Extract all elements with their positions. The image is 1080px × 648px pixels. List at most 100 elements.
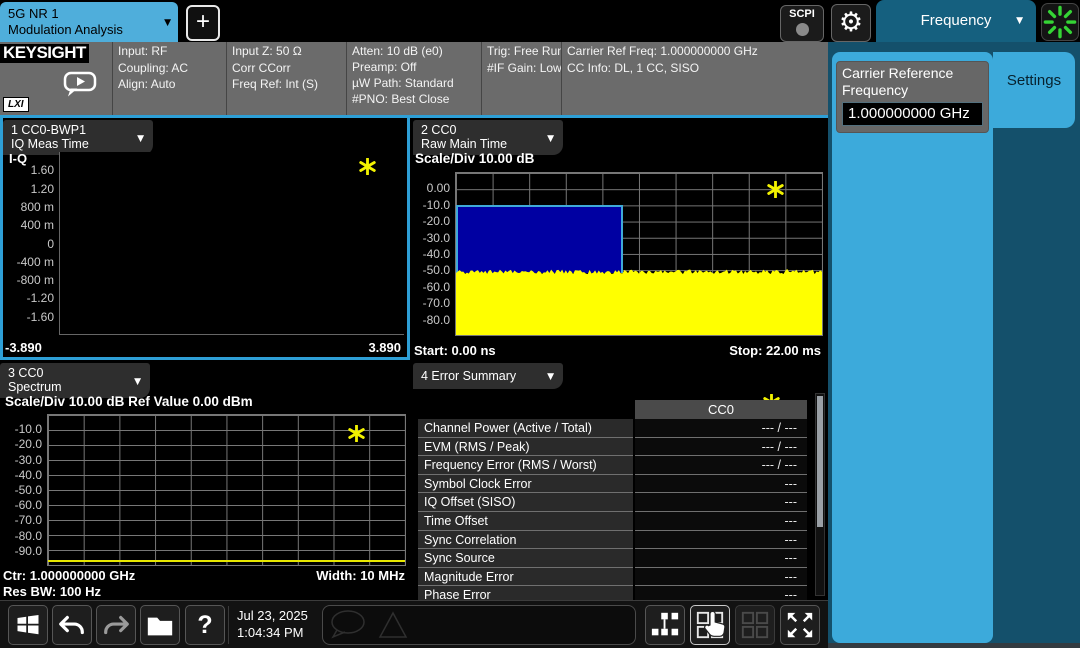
scrollbar-thumb[interactable]: [817, 396, 823, 527]
row-value: ---: [635, 493, 807, 512]
dim-grid-icon: [740, 610, 770, 640]
w1-x-max-label: 3.890: [368, 340, 401, 355]
datetime-display[interactable]: Jul 23, 2025 1:04:34 PM: [237, 607, 308, 641]
y-tick: -1.20: [27, 290, 54, 306]
chevron-down-icon: ▼: [1016, 0, 1023, 42]
error-summary-table[interactable]: CC0 Channel Power (Active / Total) --- /…: [418, 400, 807, 600]
info-col-trigger[interactable]: Trig: Free Run #IF Gain: Low: [481, 42, 561, 115]
field-label-line1: Carrier Reference: [842, 65, 983, 82]
info-col-input[interactable]: Input: RF Coupling: AC Align: Auto: [112, 42, 226, 115]
w2-scale-annotation: Scale/Div 10.00 dB: [415, 151, 534, 166]
y-tick: -90.0: [15, 543, 42, 559]
table-row: Channel Power (Active / Total) --- / ---: [418, 419, 807, 438]
w2-start-label: Start: 0.00 ns: [414, 343, 496, 358]
window3-tab-line1: 3 CC0: [8, 366, 124, 380]
toolbar-divider: [228, 606, 229, 644]
y-tick: -80.0: [423, 312, 450, 328]
file-manager-button[interactable]: [140, 605, 180, 645]
window-spectrum[interactable]: 3 CC0 Spectrum ▼ Scale/Div 10.00 dB Ref …: [0, 361, 410, 600]
row-value: --- / ---: [635, 419, 807, 438]
window3-tab[interactable]: 3 CC0 Spectrum ▼: [0, 363, 150, 398]
w3-y-axis: -10.0 -20.0 -30.0 -40.0 -50.0 -60.0 -70.…: [0, 414, 45, 566]
y-tick: -20.0: [15, 436, 42, 452]
info-line: Align: Auto: [118, 76, 221, 93]
undo-button[interactable]: [52, 605, 92, 645]
table-row: Symbol Clock Error ---: [418, 475, 807, 494]
windows-logo-icon: [14, 611, 42, 639]
w3-res-bw-label: Res BW: 100 Hz: [3, 584, 101, 599]
table-row: Magnitude Error ---: [418, 568, 807, 587]
busy-spinner-button[interactable]: [1041, 3, 1079, 41]
info-line: Trig: Free Run: [487, 43, 556, 60]
frequency-menu-tab[interactable]: Frequency ▼: [876, 0, 1036, 42]
row-value: ---: [635, 475, 807, 494]
add-measurement-button[interactable]: +: [186, 5, 220, 41]
help-button[interactable]: ?: [185, 605, 225, 645]
window-iq-meas-time[interactable]: 1 CC0-BWP1 IQ Meas Time ▼ I-Q 1.60 1.20 …: [0, 118, 410, 360]
annotation-shapes-icon: [323, 606, 433, 644]
windows-start-button[interactable]: [8, 605, 48, 645]
table-scrollbar[interactable]: [815, 393, 825, 596]
window3-tab-line2: Spectrum: [8, 380, 124, 394]
undo-icon: [57, 610, 87, 640]
tab-settings[interactable]: Settings: [993, 52, 1075, 128]
row-value: ---: [635, 549, 807, 568]
info-line: Coupling: AC: [118, 60, 221, 77]
info-line: Input: RF: [118, 43, 221, 60]
spectrum-plot-area[interactable]: [47, 414, 406, 566]
carrier-ref-freq-field[interactable]: Carrier Reference Frequency 1.000000000 …: [836, 61, 989, 133]
row-label: IQ Offset (SISO): [418, 493, 633, 512]
info-line: Preamp: Off: [352, 59, 476, 75]
info-line: #PNO: Best Close: [352, 91, 476, 107]
chevron-down-icon: ▼: [164, 15, 171, 31]
row-label: Symbol Clock Error: [418, 475, 633, 494]
annotation-input-box[interactable]: [322, 605, 636, 645]
scpi-label: SCPI: [781, 8, 823, 21]
window4-tab[interactable]: 4 Error Summary ▼: [413, 363, 563, 389]
system-settings-button[interactable]: ⚙: [831, 4, 871, 42]
y-tick: -10.0: [15, 421, 42, 437]
y-tick: 400 m: [21, 217, 54, 233]
info-line: Input Z: 50 Ω: [232, 43, 341, 60]
carrier-ref-freq-value[interactable]: 1.000000000 GHz: [842, 102, 983, 126]
info-line: #IF Gain: Low: [487, 60, 556, 77]
grid-layout-button-disabled: [735, 605, 775, 645]
redo-button[interactable]: [96, 605, 136, 645]
y-tick: -10.0: [423, 197, 450, 213]
info-col-atten[interactable]: Atten: 10 dB (e0) Preamp: Off µW Path: S…: [346, 42, 481, 115]
window1-tab[interactable]: 1 CC0-BWP1 IQ Meas Time ▼: [3, 120, 153, 155]
redo-icon: [101, 610, 131, 640]
info-col-impedance[interactable]: Input Z: 50 Ω Corr CCorr Freq Ref: Int (…: [226, 42, 346, 115]
iq-plot-area[interactable]: [59, 152, 404, 335]
w3-span-label: Width: 10 MHz: [316, 568, 405, 583]
info-line: CC Info: DL, 1 CC, SISO: [567, 60, 823, 77]
y-tick: -70.0: [423, 295, 450, 311]
hand-cursor-icon: [700, 607, 728, 639]
w3-center-freq-label: Ctr: 1.000000000 GHz: [3, 568, 135, 583]
keysight-logo: KEYSIGHT: [0, 44, 89, 63]
y-tick: -50.0: [15, 482, 42, 498]
scpi-status-button[interactable]: SCPI: [780, 5, 824, 42]
w1-x-min-label: -3.890: [5, 340, 42, 355]
row-value: ---: [635, 568, 807, 587]
window-error-summary[interactable]: 4 Error Summary ▼ CC0 Channel Power (Act…: [410, 361, 828, 600]
window4-tab-line1: 4 Error Summary: [421, 369, 537, 383]
bottom-edge-strip: [828, 643, 1080, 648]
measurement-diagram-button[interactable]: [645, 605, 685, 645]
y-tick: 1.20: [31, 181, 54, 197]
measurement-tab[interactable]: 5G NR 1 Modulation Analysis ▼: [0, 2, 178, 42]
gear-icon: ⚙: [839, 7, 863, 38]
spectrum-noise-trace: [48, 560, 405, 562]
table-row: Sync Source ---: [418, 549, 807, 568]
window2-tab[interactable]: 2 CC0 Raw Main Time ▼: [413, 120, 563, 155]
row-label: Phase Error: [418, 586, 633, 600]
info-col-carrier[interactable]: Carrier Ref Freq: 1.000000000 GHz CC Inf…: [561, 42, 828, 115]
settings-tab-label: Settings: [1007, 72, 1061, 89]
window2-tab-line1: 2 CC0: [421, 123, 537, 137]
window-raw-main-time[interactable]: 2 CC0 Raw Main Time ▼ Scale/Div 10.00 dB…: [410, 118, 828, 360]
raw-main-time-plot-area[interactable]: [455, 172, 823, 336]
row-value: --- / ---: [635, 456, 807, 475]
table-row: EVM (RMS / Peak) --- / ---: [418, 438, 807, 457]
fullscreen-button[interactable]: [780, 605, 820, 645]
continuous-sweep-icon[interactable]: [62, 70, 100, 98]
